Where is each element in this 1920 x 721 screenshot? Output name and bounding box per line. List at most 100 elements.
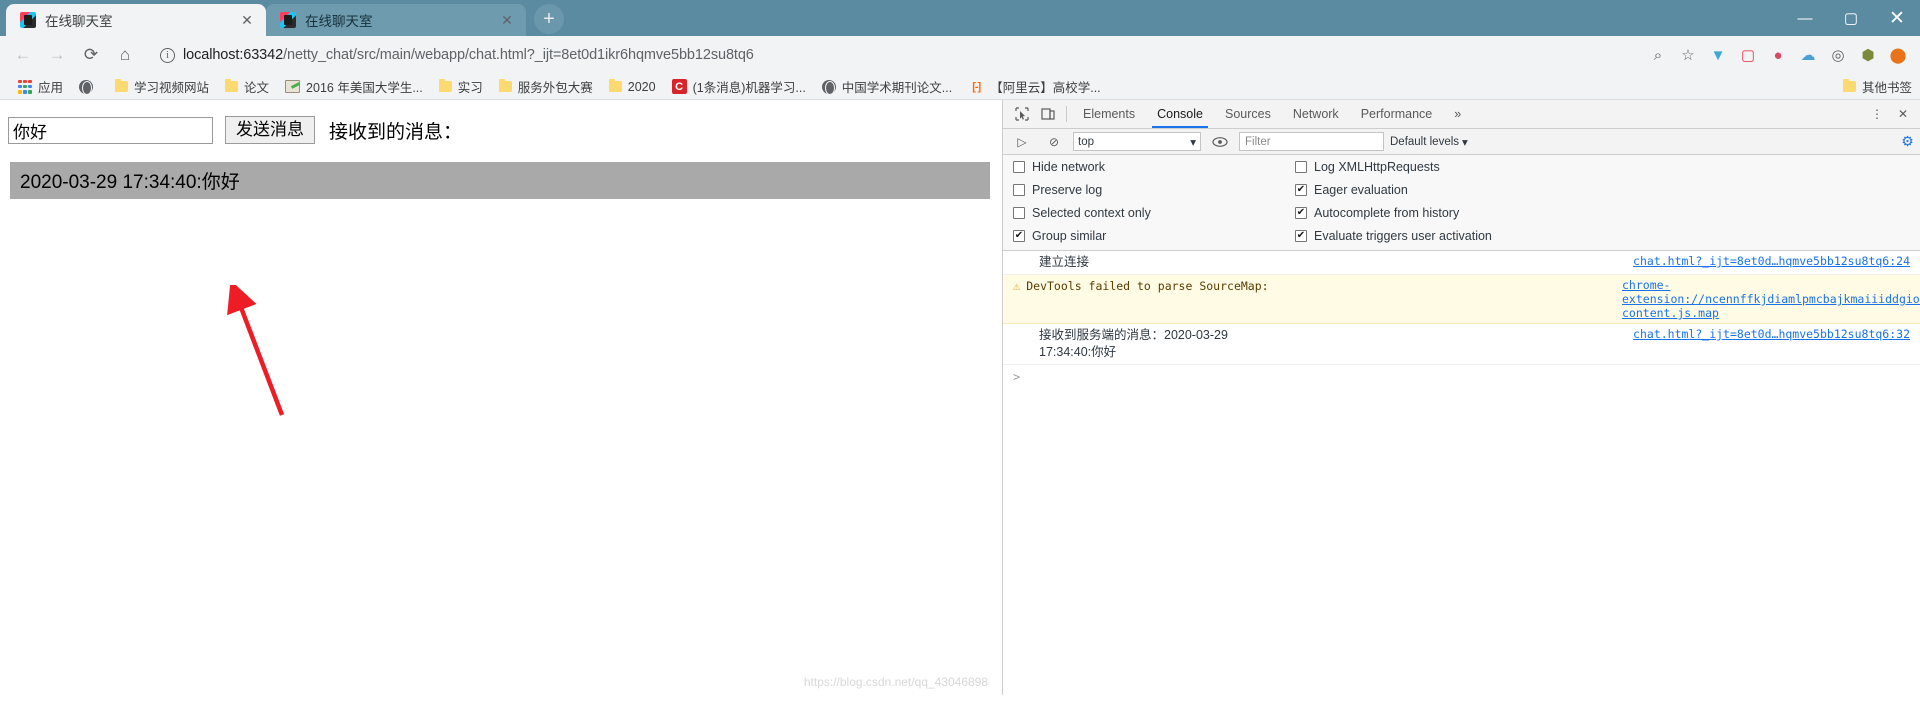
bookmark-internship[interactable]: 实习	[431, 75, 491, 98]
update-icon[interactable]: ⬤	[1884, 41, 1912, 69]
browser-tab-1[interactable]: 在线聊天室 ✕	[266, 4, 526, 36]
clear-console-icon[interactable]: ⊘	[1041, 130, 1067, 154]
tab-title: 在线聊天室	[305, 14, 373, 29]
bookmark-outsourcing-contest[interactable]: 服务外包大赛	[491, 75, 601, 98]
cloud-icon[interactable]: ☁	[1794, 41, 1822, 69]
pocket-icon[interactable]: ▢	[1734, 41, 1762, 69]
option-selected-context-only[interactable]: Selected context only	[1013, 206, 1295, 220]
checkbox[interactable]	[1295, 184, 1307, 196]
bookmark-label: 实习	[457, 81, 483, 95]
browser-tab-0[interactable]: 在线聊天室 ✕	[6, 4, 266, 36]
devtools-menu-icon[interactable]: ⋮	[1864, 102, 1890, 126]
forward-icon[interactable]: →	[42, 40, 72, 70]
more-tabs-button[interactable]: »	[1443, 100, 1472, 128]
bookmark-2020[interactable]: 2020	[601, 78, 664, 96]
bookmark-2016-contest[interactable]: 2016 年美国大学生...	[277, 75, 431, 98]
circle-icon[interactable]: ●	[1764, 41, 1792, 69]
bookmark-label: 应用	[38, 81, 64, 95]
bookmark-globe-1[interactable]	[71, 78, 107, 96]
bookmark-label: 服务外包大赛	[517, 81, 593, 95]
other-bookmarks-label: 其他书签	[1861, 81, 1912, 95]
close-icon[interactable]: ✕	[498, 11, 516, 29]
globe-icon	[821, 79, 836, 95]
checkbox[interactable]	[1295, 230, 1307, 242]
console-message-source-link[interactable]: chrome-extension://ncennffkjdiamlpmcbajk…	[1610, 278, 1920, 320]
checkbox[interactable]	[1013, 207, 1025, 219]
minimize-button[interactable]: —	[1782, 0, 1828, 36]
chevron-down-icon: ▾	[1462, 136, 1468, 149]
live-expression-eye-icon[interactable]	[1207, 130, 1233, 154]
url-path: /netty_chat/src/main/webapp/chat.html?_i…	[283, 47, 754, 63]
checkbox[interactable]	[1013, 230, 1025, 242]
devtools-close-icon[interactable]: ✕	[1890, 102, 1916, 126]
devtools-panel: Elements Console Sources Network Perform…	[1002, 100, 1920, 695]
bookmark-label: 2020	[627, 79, 656, 94]
option-label: Group similar	[1032, 229, 1107, 243]
option-label: Evaluate triggers user activation	[1314, 229, 1492, 243]
bookmark-cnki[interactable]: 中国学术期刊论文...	[814, 75, 960, 98]
option-autocomplete-from-history[interactable]: Autocomplete from history	[1295, 206, 1908, 220]
bookmark-csdn-ml[interactable]: C (1条消息)机器学习...	[664, 75, 814, 98]
back-icon[interactable]: ←	[8, 40, 38, 70]
gear-icon[interactable]: ⚙	[1900, 133, 1915, 149]
browser-toolbar: ← → ⟳ ⌂ i localhost:63342/netty_chat/src…	[0, 36, 1920, 74]
option-evaluate-triggers-user-activation[interactable]: Evaluate triggers user activation	[1295, 229, 1908, 243]
bookmark-aliyun[interactable]: [-] 【阿里云】高校学...	[960, 75, 1108, 98]
checkbox[interactable]	[1013, 161, 1025, 173]
address-bar[interactable]: i localhost:63342/netty_chat/src/main/we…	[150, 42, 1634, 68]
option-label: Log XMLHttpRequests	[1314, 160, 1440, 174]
puzzle-icon[interactable]: ⬢	[1854, 41, 1882, 69]
option-label: Hide network	[1032, 160, 1105, 174]
tab-elements[interactable]: Elements	[1072, 100, 1146, 128]
bookmark-apps[interactable]: 应用	[10, 75, 71, 98]
folder-icon	[498, 78, 512, 92]
send-message-button[interactable]: 发送消息	[225, 116, 315, 144]
tab-console[interactable]: Console	[1146, 100, 1214, 128]
chat-message-input[interactable]	[8, 116, 213, 144]
web-page-content: 发送消息 接收到的消息： 2020-03-29 17:34:40:你好 http…	[0, 100, 1002, 695]
close-icon[interactable]: ✕	[238, 11, 256, 29]
console-message-source-link[interactable]: chat.html?_ijt=8et0d…hqmve5bb12su8tq6:32	[1621, 327, 1910, 341]
bookmark-papers[interactable]: 论文	[217, 75, 277, 98]
option-hide-network[interactable]: Hide network	[1013, 160, 1295, 174]
tab-performance[interactable]: Performance	[1350, 100, 1444, 128]
option-preserve-log[interactable]: Preserve log	[1013, 183, 1295, 197]
globe-icon	[79, 79, 94, 95]
execute-icon[interactable]: ▷	[1009, 130, 1035, 154]
console-toolbar: ▷ ⊘ top ▾ Filter Default levels ▾ ⚙	[1003, 129, 1920, 155]
reload-icon[interactable]: ⟳	[76, 40, 106, 70]
other-bookmarks-button[interactable]: 其他书签	[1842, 77, 1912, 96]
log-levels-selector[interactable]: Default levels ▾	[1390, 135, 1468, 149]
bookmark-study-videos[interactable]: 学习视频网站	[107, 75, 217, 98]
option-label: Preserve log	[1032, 183, 1103, 197]
devtools-tab-bar: Elements Console Sources Network Perform…	[1003, 100, 1920, 129]
console-message-source-link[interactable]: chat.html?_ijt=8et0d…hqmve5bb12su8tq6:24	[1621, 254, 1910, 268]
home-icon[interactable]: ⌂	[110, 40, 140, 70]
console-filter-input[interactable]: Filter	[1239, 132, 1384, 151]
checkbox[interactable]	[1013, 184, 1025, 196]
extension-icon[interactable]: ▼	[1704, 41, 1732, 69]
new-tab-button[interactable]: +	[534, 4, 564, 34]
tab-title: 在线聊天室	[45, 14, 113, 29]
bookmark-label: 中国学术期刊论文...	[841, 81, 953, 95]
console-message-text: ⚠ DevTools failed to parse SourceMap:	[1013, 278, 1269, 295]
window-close-button[interactable]: ✕	[1874, 0, 1920, 36]
context-selector[interactable]: top ▾	[1073, 132, 1201, 151]
cursor-select-icon[interactable]	[1009, 102, 1035, 126]
option-log-xmlhttprequests[interactable]: Log XMLHttpRequests	[1295, 160, 1908, 174]
option-eager-evaluation[interactable]: Eager evaluation	[1295, 183, 1908, 197]
tab-network[interactable]: Network	[1282, 100, 1350, 128]
search-icon[interactable]: ◎	[1824, 41, 1852, 69]
page-info-icon[interactable]: i	[160, 47, 175, 63]
maximize-button[interactable]: ▢	[1828, 0, 1874, 36]
star-icon[interactable]: ☆	[1674, 41, 1702, 69]
checkbox[interactable]	[1295, 161, 1307, 173]
checkbox[interactable]	[1295, 207, 1307, 219]
folder-icon	[608, 78, 622, 92]
tab-sources[interactable]: Sources	[1214, 100, 1282, 128]
device-toolbar-icon[interactable]	[1035, 102, 1061, 126]
console-message-text: 建立连接	[1039, 255, 1090, 269]
option-group-similar[interactable]: Group similar	[1013, 229, 1295, 243]
console-prompt[interactable]: >	[1003, 365, 1920, 389]
zoom-icon[interactable]: ⌕	[1644, 41, 1672, 69]
